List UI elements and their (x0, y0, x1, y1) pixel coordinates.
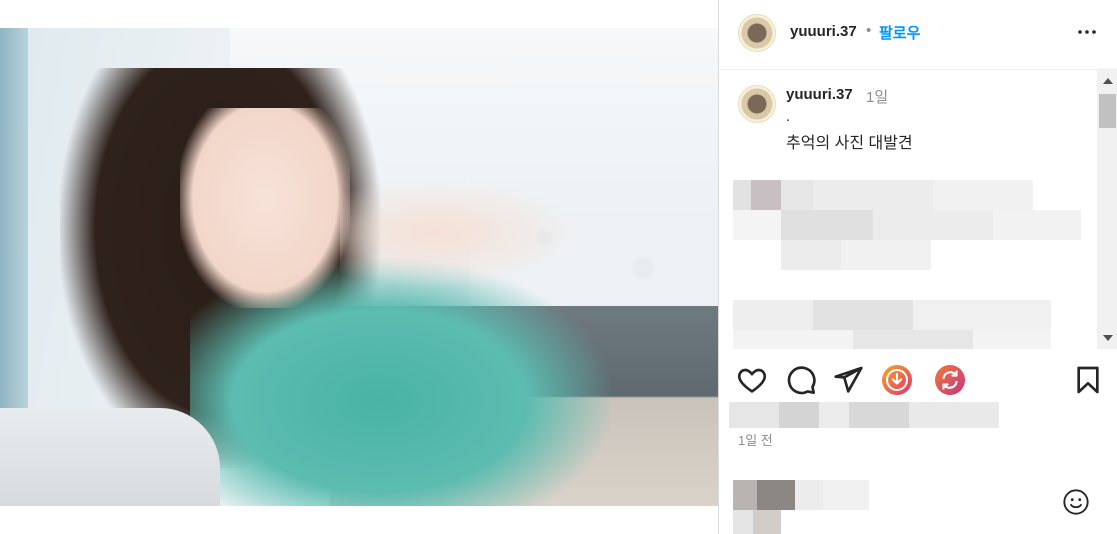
blurred-commenter-avatar (733, 480, 869, 510)
follow-button[interactable]: 팔로우 (879, 22, 920, 43)
caption-avatar[interactable] (738, 85, 776, 123)
blurred-commenter-avatar (733, 510, 781, 534)
more-horizontal-icon[interactable] (1075, 20, 1099, 44)
download-extension-icon[interactable] (881, 364, 913, 396)
blurred-comment (733, 330, 1051, 349)
photo-face (180, 108, 350, 308)
post-time-ago[interactable]: 1일 전 (738, 430, 773, 449)
post-actions-bar (719, 349, 1117, 409)
comment-composer[interactable] (719, 470, 1117, 534)
repost-extension-icon[interactable] (934, 364, 966, 396)
comments-scrollbar[interactable] (1097, 70, 1117, 349)
caption-line-1: . (786, 108, 791, 125)
caption-username[interactable]: yuuuri.37 (786, 86, 853, 103)
blurred-likes (729, 402, 999, 428)
blurred-comment (733, 180, 1033, 210)
photo-arm (340, 178, 580, 288)
post-header: yuuuri.37 • 팔로우 (719, 0, 1117, 70)
blurred-comment (733, 300, 1051, 330)
scroll-up-arrow-icon[interactable] (1103, 78, 1113, 84)
photo-pillow (0, 408, 220, 506)
scrollbar-thumb[interactable] (1099, 94, 1116, 128)
header-separator: • (866, 22, 872, 39)
author-avatar[interactable] (738, 14, 776, 52)
caption-time[interactable]: 1일 (866, 86, 888, 107)
comment-icon[interactable] (785, 364, 817, 396)
heart-icon[interactable] (736, 364, 768, 396)
send-icon[interactable] (832, 364, 864, 396)
blurred-comment (733, 210, 1081, 240)
post-side-panel: yuuuri.37 • 팔로우 yuuuri.37 1일 . 추억의 사진 대발… (718, 0, 1117, 534)
scroll-down-arrow-icon[interactable] (1103, 335, 1113, 341)
post-media-area (0, 0, 718, 534)
caption-line-2: 추억의 사진 대발견 (786, 135, 913, 152)
comments-section[interactable]: yuuuri.37 1일 . 추억의 사진 대발견 (719, 70, 1117, 349)
author-username[interactable]: yuuuri.37 (790, 23, 857, 40)
bookmark-icon[interactable] (1072, 364, 1104, 396)
post-photo[interactable] (0, 28, 718, 506)
smiley-icon[interactable] (1062, 488, 1090, 516)
blurred-comment (781, 240, 931, 270)
